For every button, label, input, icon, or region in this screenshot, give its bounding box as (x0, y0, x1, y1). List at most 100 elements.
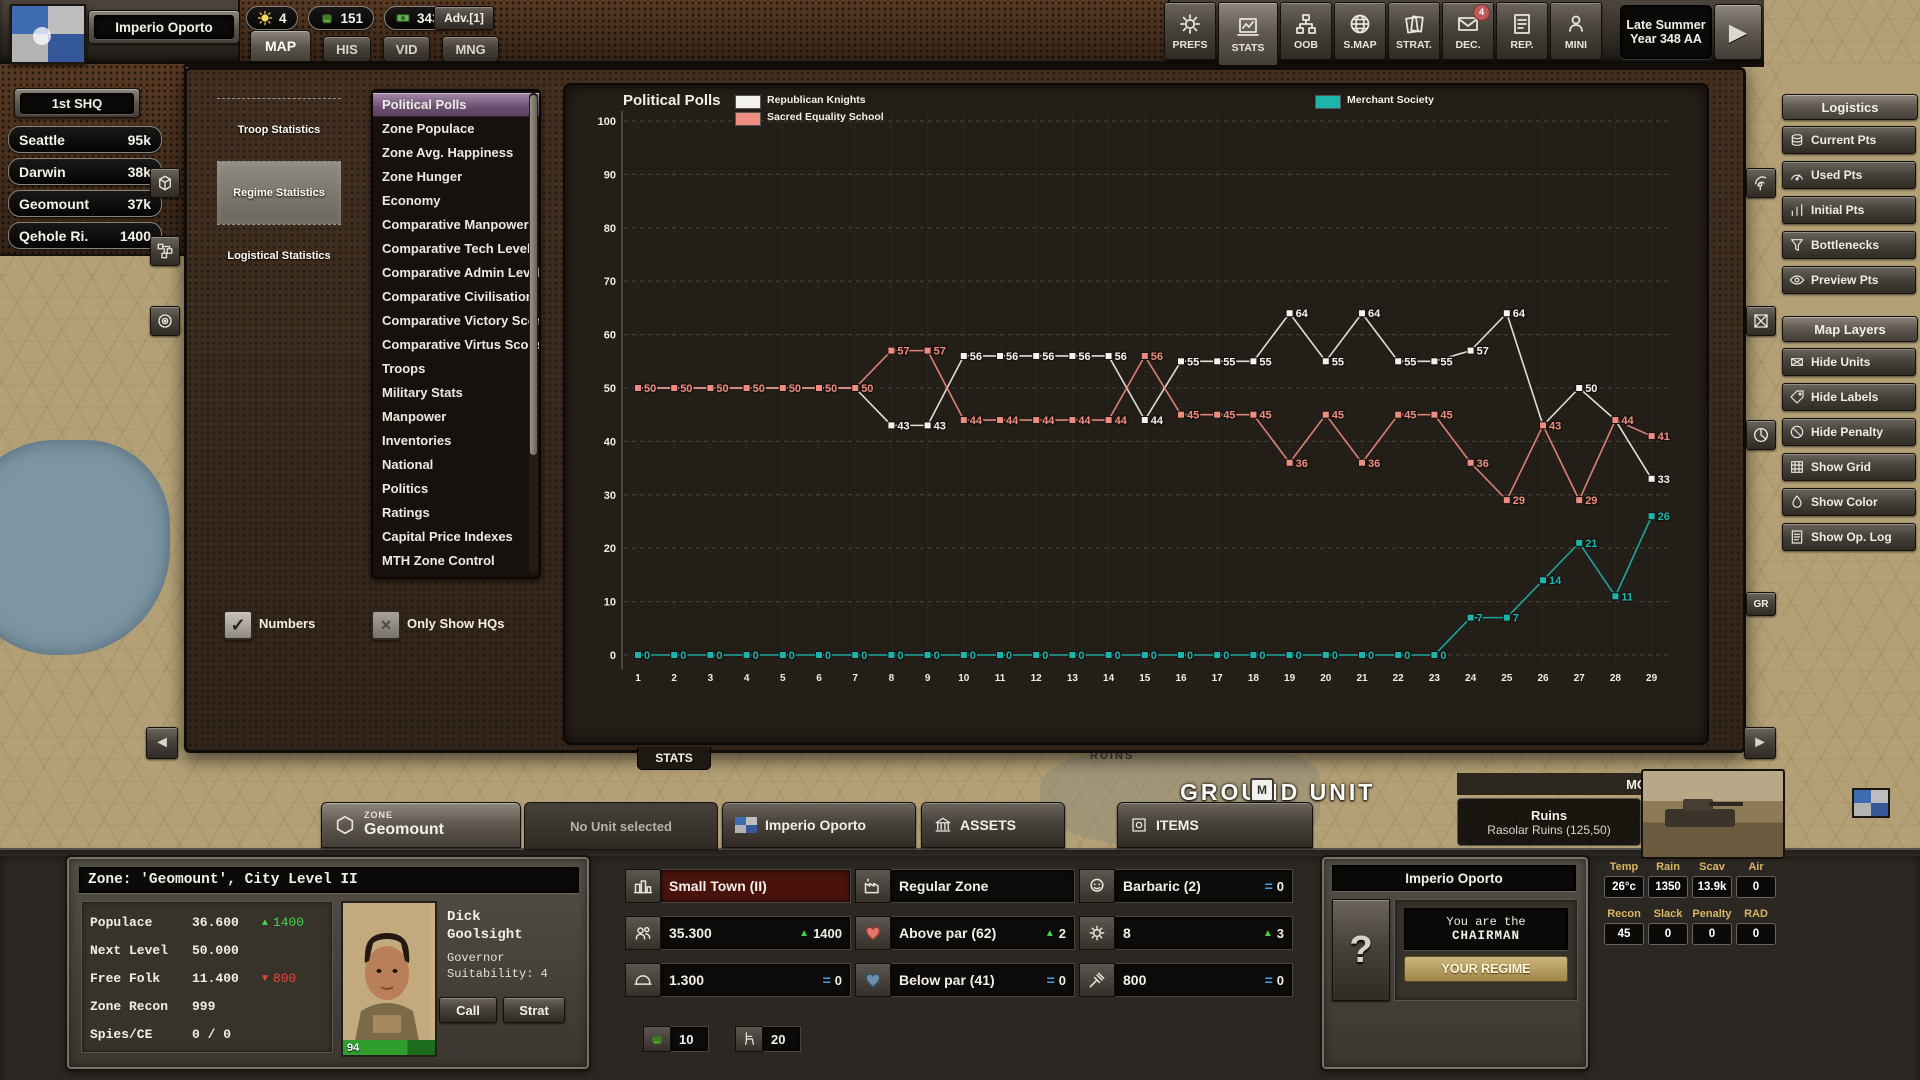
maplayer-hideunits[interactable]: Hide Units (1782, 348, 1916, 376)
sidebar-button-label: Show Grid (1811, 460, 1871, 474)
stats-menu-item[interactable]: Comparative Civilisation (373, 285, 539, 309)
stats-menu-item[interactable]: Manpower (373, 405, 539, 429)
nav-button-oob[interactable]: OOB (1280, 2, 1332, 60)
map-top-corner[interactable] (1764, 0, 1920, 64)
rail-network-button[interactable] (150, 236, 180, 266)
svg-text:17: 17 (1212, 673, 1224, 684)
logistics-currentpts[interactable]: Current Pts (1782, 126, 1916, 154)
section-tab-logistical[interactable]: Logistical Statistics (217, 224, 341, 287)
stat-box-body: 1.300=0 (661, 963, 851, 997)
unit-marker[interactable]: M (1250, 778, 1274, 802)
svg-text:45: 45 (1223, 410, 1235, 422)
rail-radar-button[interactable] (1746, 420, 1776, 450)
zone-info-delta: 1400 (273, 915, 304, 930)
view-tab-his[interactable]: HIS (323, 36, 371, 62)
nav-button-strat[interactable]: STRAT. (1388, 2, 1440, 60)
city-button-seattle[interactable]: Seattle95k (8, 126, 162, 153)
adv-button[interactable]: Adv.[1] (434, 6, 494, 30)
svg-text:56: 56 (1006, 351, 1018, 363)
legend-swatch-merchant-society (1315, 95, 1341, 109)
gr-badge[interactable]: GR (1746, 592, 1776, 616)
stats-menu-item[interactable]: Economy (373, 189, 539, 213)
stats-menu-item[interactable]: Political Polls (373, 93, 539, 117)
rail-cube-button[interactable] (150, 168, 180, 198)
section-tab-troop[interactable]: Troop Statistics (217, 98, 341, 161)
strat-button[interactable]: Strat (503, 997, 565, 1023)
city-button-geomount[interactable]: Geomount37k (8, 190, 162, 217)
nav-button-dec[interactable]: DEC.4 (1442, 2, 1494, 60)
maplayer-hidelabels[interactable]: Hide Labels (1782, 383, 1916, 411)
map-scroll-right-button[interactable]: ► (1744, 727, 1776, 759)
tab-regime[interactable]: Imperio Oporto (722, 802, 916, 848)
stats-menu-item[interactable]: Comparative Tech Level (373, 237, 539, 261)
stats-menu-item[interactable]: Zone Populace (373, 117, 539, 141)
menu-scrollbar-thumb[interactable] (530, 95, 537, 455)
stats-menu-item[interactable]: Comparative Manpower (373, 213, 539, 237)
shq-plate[interactable]: 1st SHQ (14, 88, 140, 118)
tab-assets[interactable]: ASSETS (921, 802, 1065, 848)
nav-button-mini[interactable]: MINI (1550, 2, 1602, 60)
rail-dish-button[interactable] (1746, 168, 1776, 198)
governor-portrait[interactable]: 94 (341, 901, 437, 1057)
stats-bottom-tab[interactable]: STATS (637, 747, 711, 770)
zone-stat-row: Small Town (II)Regular ZoneBarbaric (2)=… (625, 869, 1293, 903)
maplayer-showoplog[interactable]: Show Op. Log (1782, 523, 1916, 551)
governor-score-bar: 94 (343, 1040, 435, 1055)
only-show-hqs-checkbox[interactable]: ✕ (371, 610, 401, 640)
stats-menu-item[interactable]: Troops (373, 357, 539, 381)
nav-button-rep[interactable]: REP. (1496, 2, 1548, 60)
view-tab-vid[interactable]: VID (383, 36, 431, 62)
menu-scrollbar[interactable] (529, 93, 538, 573)
stats-menu-item[interactable]: Military Stats (373, 381, 539, 405)
stats-menu-item[interactable]: Comparative Victory Score (373, 309, 539, 333)
radar-icon (1752, 426, 1770, 444)
stats-menu-item[interactable]: Capital Price Indexes (373, 525, 539, 549)
stats-menu-item[interactable]: National (373, 453, 539, 477)
nav-button-prefs[interactable]: PREFS (1164, 2, 1216, 60)
map-scroll-left-button[interactable]: ◄ (146, 727, 178, 759)
logistics-previewpts[interactable]: Preview Pts (1782, 266, 1916, 294)
map-layers-header: Map Layers (1782, 316, 1918, 342)
maplayer-showgrid[interactable]: Show Grid (1782, 453, 1916, 481)
tab-items[interactable]: ITEMS (1117, 802, 1313, 848)
rail-target-button[interactable] (150, 306, 180, 336)
your-regime-button[interactable]: YOUR REGIME (1404, 956, 1568, 982)
view-tab-mng[interactable]: MNG (442, 36, 498, 62)
delta-equal-icon: = (1047, 972, 1055, 988)
tab-zone[interactable]: ZONE Geomount (321, 802, 521, 848)
logistics-bottlenecks[interactable]: Bottlenecks (1782, 231, 1916, 259)
governor-suitability: Suitability: 4 (447, 967, 548, 981)
stats-menu-item[interactable]: MTH Zone Control (373, 549, 539, 573)
nav-button-stats[interactable]: STATS (1218, 2, 1278, 66)
view-tab-map[interactable]: MAP (250, 30, 311, 62)
stats-menu-item[interactable]: Comparative Virtus Score (373, 333, 539, 357)
regime-help-button[interactable]: ? (1332, 899, 1390, 1001)
tab-unit[interactable]: No Unit selected (524, 802, 718, 850)
nav-button-smap[interactable]: S.MAP (1334, 2, 1386, 60)
city-button-qeholeri[interactable]: Qehole Ri.1400 (8, 222, 162, 249)
logistics-usedpts[interactable]: Used Pts (1782, 161, 1916, 189)
stat-box-delta: 3 (1277, 926, 1284, 941)
stats-menu-item[interactable]: Politics (373, 477, 539, 501)
numbers-checkbox[interactable]: ✓ (223, 610, 253, 640)
stat-box-body: Regular Zone (891, 869, 1075, 903)
play-icon: ▶ (1729, 18, 1747, 47)
stats-menu-item[interactable]: Ratings (373, 501, 539, 525)
stat-box-body: Barbaric (2)=0 (1115, 869, 1293, 903)
stats-menu-item[interactable]: Inventories (373, 429, 539, 453)
maplayer-showcolor[interactable]: Show Color (1782, 488, 1916, 516)
rail-crate-button[interactable] (1746, 306, 1776, 336)
stats-menu-item[interactable]: Comparative Admin Level (373, 261, 539, 285)
section-tab-regime[interactable]: Regime Statistics (217, 161, 341, 224)
svg-text:56: 56 (970, 351, 982, 363)
map-right-lower[interactable] (1782, 554, 1920, 848)
logistics-initialpts[interactable]: Initial Pts (1782, 196, 1916, 224)
stats-menu-item[interactable]: Zone Hunger (373, 165, 539, 189)
city-button-darwin[interactable]: Darwin38k (8, 158, 162, 185)
end-turn-button[interactable]: ▶ (1714, 4, 1762, 60)
maplayer-hidepenalty[interactable]: Hide Penalty (1782, 418, 1916, 446)
call-button[interactable]: Call (439, 997, 497, 1023)
regime-flag[interactable] (10, 4, 86, 64)
section-tab-label: Regime Statistics (233, 187, 325, 199)
stats-menu-item[interactable]: Zone Avg. Happiness (373, 141, 539, 165)
